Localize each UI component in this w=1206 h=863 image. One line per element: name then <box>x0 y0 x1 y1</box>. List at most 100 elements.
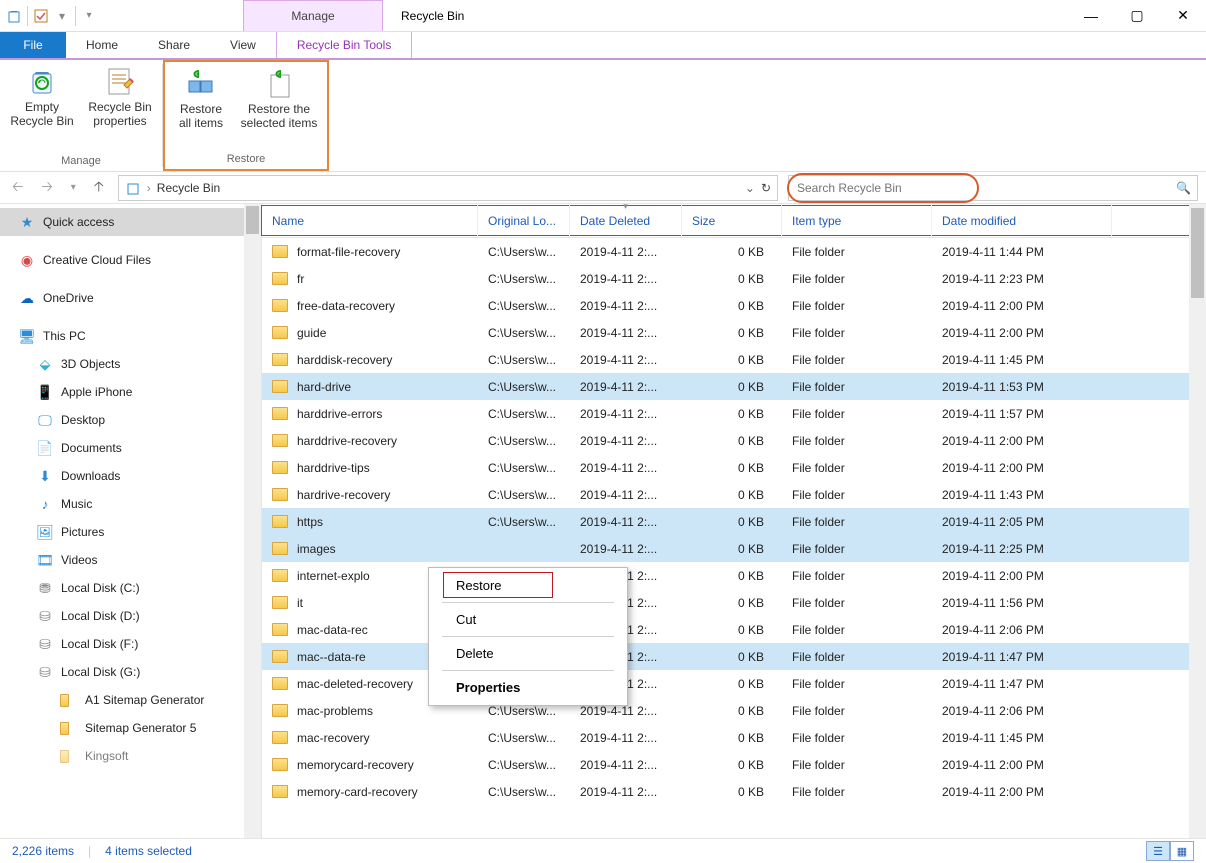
nav-local-disk-g[interactable]: ⛁Local Disk (G:) <box>0 658 261 686</box>
row-type: File folder <box>782 353 932 367</box>
table-row[interactable]: frC:\Users\w...2019-4-11 2:...0 KBFile f… <box>262 265 1206 292</box>
table-row[interactable]: mac--data-re2019-4-11 2:...0 KBFile fold… <box>262 643 1206 670</box>
nav-pictures[interactable]: 🖼Pictures <box>0 518 261 546</box>
row-orig: C:\Users\w... <box>478 461 570 475</box>
col-size[interactable]: Size <box>682 204 782 237</box>
nav-3d-objects[interactable]: ⬙3D Objects <box>0 350 261 378</box>
row-type: File folder <box>782 758 932 772</box>
view-details-button[interactable]: ☰ <box>1146 841 1170 861</box>
ctx-restore[interactable]: Restore <box>432 571 624 600</box>
nav-a1-sitemap[interactable]: A1 Sitemap Generator <box>0 686 261 714</box>
restore-all-items-button[interactable]: Restore all items <box>173 66 229 130</box>
search-icon[interactable]: 🔍 <box>1176 181 1191 195</box>
tab-share[interactable]: Share <box>138 32 210 58</box>
recent-locations-button[interactable]: ▾ <box>67 182 80 193</box>
nav-apple-iphone[interactable]: 📱Apple iPhone <box>0 378 261 406</box>
row-type: File folder <box>782 542 932 556</box>
recycle-bin-properties-button[interactable]: Recycle Bin properties <box>86 64 154 128</box>
drive-icon: ⛁ <box>36 663 54 681</box>
col-date-modified[interactable]: Date modified <box>932 204 1112 237</box>
refresh-icon[interactable]: ↻ <box>761 181 771 195</box>
table-row[interactable]: hard-driveC:\Users\w...2019-4-11 2:...0 … <box>262 373 1206 400</box>
context-tab-manage[interactable]: Manage <box>243 0 383 31</box>
breadcrumb-dropdown-icon[interactable]: ⌄ <box>745 181 755 195</box>
nav-downloads[interactable]: ⬇Downloads <box>0 462 261 490</box>
folder-icon <box>272 326 288 339</box>
row-type: File folder <box>782 461 932 475</box>
row-size: 0 KB <box>682 650 782 664</box>
table-row[interactable]: mac-recoveryC:\Users\w...2019-4-11 2:...… <box>262 724 1206 751</box>
row-modified: 2019-4-11 2:05 PM <box>932 515 1112 529</box>
nav-kingsoft[interactable]: Kingsoft <box>0 742 261 770</box>
title-bar: ▾ ▾ Manage Recycle Bin ― ▢ ✕ <box>0 0 1206 32</box>
folder-icon <box>272 488 288 501</box>
col-date-deleted[interactable]: Date Deleted <box>570 204 682 237</box>
table-row[interactable]: harddrive-tipsC:\Users\w...2019-4-11 2:.… <box>262 454 1206 481</box>
table-row[interactable]: free-data-recoveryC:\Users\w...2019-4-11… <box>262 292 1206 319</box>
row-size: 0 KB <box>682 677 782 691</box>
group-restore-label: Restore <box>227 153 266 167</box>
nav-documents[interactable]: 📄Documents <box>0 434 261 462</box>
col-original-location[interactable]: Original Lo... <box>478 204 570 237</box>
search-input[interactable] <box>797 181 1189 195</box>
tab-recycle-bin-tools[interactable]: Recycle Bin Tools <box>276 32 413 58</box>
table-row[interactable]: it2019-4-11 2:...0 KBFile folder2019-4-1… <box>262 589 1206 616</box>
tab-home[interactable]: Home <box>66 32 138 58</box>
col-name[interactable]: Name <box>262 204 478 237</box>
table-row[interactable]: mac-data-rec2019-4-11 2:...0 KBFile fold… <box>262 616 1206 643</box>
nav-scrollbar[interactable] <box>244 204 261 838</box>
empty-recycle-bin-button[interactable]: Empty Recycle Bin <box>8 64 76 128</box>
nav-local-disk-f[interactable]: ⛁Local Disk (F:) <box>0 630 261 658</box>
nav-videos[interactable]: 🎞Videos <box>0 546 261 574</box>
table-row[interactable]: format-file-recoveryC:\Users\w...2019-4-… <box>262 238 1206 265</box>
breadcrumb[interactable]: › Recycle Bin ⌄ ↻ <box>118 175 778 201</box>
nav-quick-access[interactable]: ★Quick access <box>0 208 261 236</box>
checkbox-icon[interactable] <box>33 8 49 24</box>
nav-this-pc[interactable]: 🖥This PC <box>0 322 261 350</box>
back-button[interactable]: 🡠 <box>8 176 27 200</box>
nav-desktop[interactable]: 🖵Desktop <box>0 406 261 434</box>
ctx-cut[interactable]: Cut <box>432 605 624 634</box>
row-type: File folder <box>782 245 932 259</box>
table-row[interactable]: mac-problemsC:\Users\w...2019-4-11 2:...… <box>262 697 1206 724</box>
breadcrumb-location[interactable]: Recycle Bin <box>157 181 220 195</box>
table-row[interactable]: harddisk-recoveryC:\Users\w...2019-4-11 … <box>262 346 1206 373</box>
table-row[interactable]: httpsC:\Users\w...2019-4-11 2:...0 KBFil… <box>262 508 1206 535</box>
table-row[interactable]: guideC:\Users\w...2019-4-11 2:...0 KBFil… <box>262 319 1206 346</box>
table-row[interactable]: memory-card-recoveryC:\Users\w...2019-4-… <box>262 778 1206 805</box>
table-row[interactable]: harddrive-errorsC:\Users\w...2019-4-11 2… <box>262 400 1206 427</box>
restore-selected-items-button[interactable]: Restore the selected items <box>239 66 319 130</box>
table-row[interactable]: harddrive-recoveryC:\Users\w...2019-4-11… <box>262 427 1206 454</box>
nav-music[interactable]: ♪Music <box>0 490 261 518</box>
search-box[interactable]: 🔍 <box>788 175 1198 201</box>
up-button[interactable]: 🡡 <box>90 176 108 200</box>
table-row[interactable]: internet-explo2019-4-11 2:...0 KBFile fo… <box>262 562 1206 589</box>
downloads-icon: ⬇ <box>36 467 54 485</box>
view-thumbnails-button[interactable]: ▦ <box>1170 841 1194 861</box>
row-orig: C:\Users\w... <box>478 245 570 259</box>
nav-creative-cloud[interactable]: ◉Creative Cloud Files <box>0 246 261 274</box>
file-scrollbar[interactable] <box>1189 204 1206 838</box>
folder-icon <box>272 704 288 717</box>
row-modified: 2019-4-11 2:00 PM <box>932 569 1112 583</box>
row-size: 0 KB <box>682 542 782 556</box>
ctx-properties[interactable]: Properties <box>432 673 624 702</box>
tab-view[interactable]: View <box>210 32 276 58</box>
nav-local-disk-c[interactable]: ⛃Local Disk (C:) <box>0 574 261 602</box>
nav-sitemap-gen5[interactable]: Sitemap Generator 5 <box>0 714 261 742</box>
tab-file[interactable]: File <box>0 32 66 58</box>
ctx-delete[interactable]: Delete <box>432 639 624 668</box>
qat-dropdown-icon[interactable]: ▾ <box>54 8 70 24</box>
table-row[interactable]: mac-deleted-recoveryC:\Users\w...2019-4-… <box>262 670 1206 697</box>
table-row[interactable]: memorycard-recoveryC:\Users\w...2019-4-1… <box>262 751 1206 778</box>
forward-button[interactable]: 🡢 <box>37 176 56 200</box>
close-button[interactable]: ✕ <box>1160 0 1206 31</box>
table-row[interactable]: images2019-4-11 2:...0 KBFile folder2019… <box>262 535 1206 562</box>
table-row[interactable]: hardrive-recoveryC:\Users\w...2019-4-11 … <box>262 481 1206 508</box>
maximize-button[interactable]: ▢ <box>1114 0 1160 31</box>
nav-onedrive[interactable]: ☁OneDrive <box>0 284 261 312</box>
nav-local-disk-d[interactable]: ⛁Local Disk (D:) <box>0 602 261 630</box>
col-item-type[interactable]: Item type <box>782 204 932 237</box>
minimize-button[interactable]: ― <box>1068 0 1114 31</box>
qat-overflow-icon[interactable]: ▾ <box>81 8 97 24</box>
